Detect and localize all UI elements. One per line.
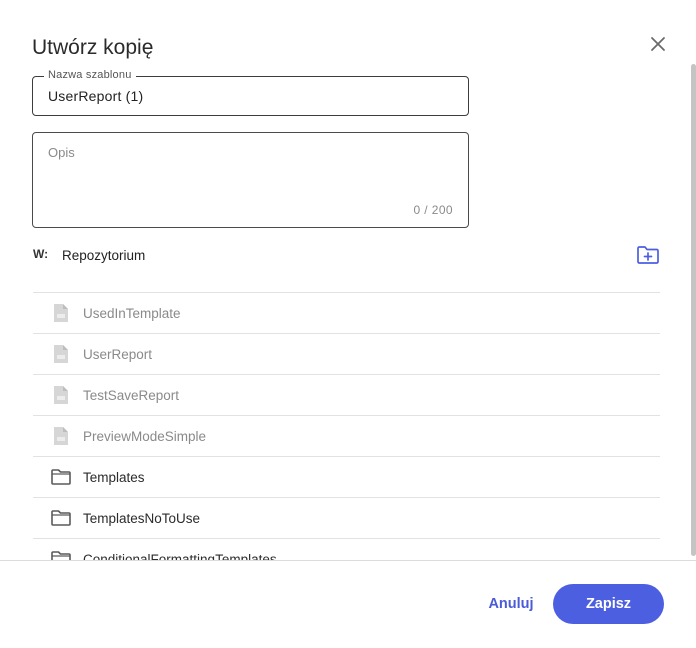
description-field[interactable]: Opis 0 / 200	[32, 132, 469, 228]
file-row[interactable]: UsedInTemplate	[33, 293, 660, 334]
template-name-label: Nazwa szablonu	[44, 69, 136, 81]
item-label: UserReport	[83, 347, 153, 362]
report-file-icon	[50, 302, 72, 324]
footer-divider	[0, 560, 696, 561]
item-label: PreviewModeSimple	[83, 429, 207, 444]
item-label: TestSaveReport	[83, 388, 180, 403]
template-name-input[interactable]: UserReport (1)	[48, 88, 143, 104]
template-name-field[interactable]: Nazwa szablonu UserReport (1)	[32, 69, 469, 116]
file-row[interactable]: TestSaveReport	[33, 375, 660, 416]
save-button[interactable]: Zapisz	[553, 584, 664, 624]
folder-row[interactable]: Templates	[33, 457, 660, 498]
close-icon	[651, 37, 665, 51]
repository-list[interactable]: UsedInTemplate UserReport TestSaveReport Pr…	[33, 292, 660, 560]
description-placeholder: Opis	[48, 145, 75, 160]
report-file-icon	[50, 384, 72, 406]
item-label: UsedInTemplate	[83, 306, 181, 321]
dialog-scrollbar[interactable]	[691, 64, 696, 556]
folder-icon	[50, 466, 72, 488]
file-row[interactable]: UserReport	[33, 334, 660, 375]
cancel-button[interactable]: Anuluj	[480, 586, 542, 622]
copy-dialog: Utwórz kopię Nazwa szablonu UserReport (…	[0, 0, 696, 648]
new-folder-button[interactable]	[636, 245, 660, 265]
folder-plus-icon	[637, 246, 659, 264]
folder-icon	[50, 507, 72, 529]
report-file-icon	[50, 343, 72, 365]
item-label: ConditionalFormattingTemplates	[83, 552, 277, 560]
item-label: TemplatesNoToUse	[83, 511, 201, 526]
report-file-icon	[50, 425, 72, 447]
folder-row[interactable]: ConditionalFormattingTemplates	[33, 539, 660, 560]
folder-icon	[50, 548, 72, 560]
item-label: Templates	[83, 470, 145, 485]
file-row[interactable]: PreviewModeSimple	[33, 416, 660, 457]
folder-row[interactable]: TemplatesNoToUse	[33, 498, 660, 539]
location-name: Repozytorium	[62, 248, 146, 263]
close-button[interactable]	[646, 32, 670, 56]
location-prefix: W:	[33, 247, 49, 261]
character-counter: 0 / 200	[413, 203, 453, 217]
dialog-title: Utwórz kopię	[32, 36, 154, 59]
